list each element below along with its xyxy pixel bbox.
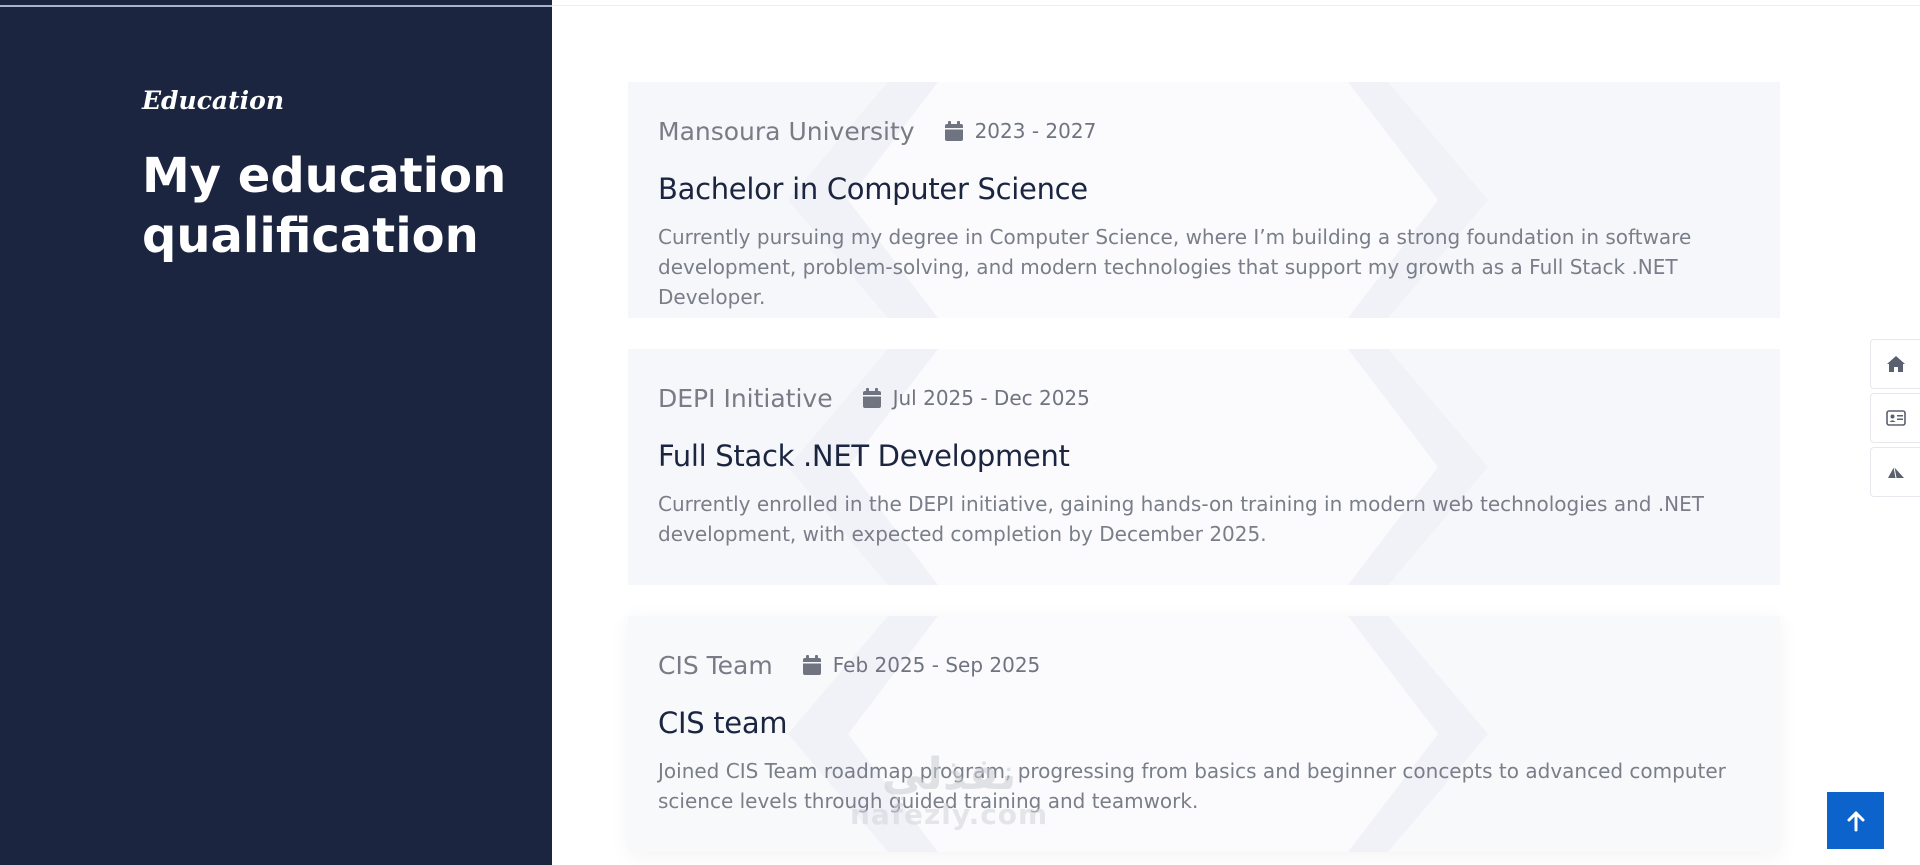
section-heading: My education qualification bbox=[142, 148, 507, 264]
education-card: CIS Team Feb 2025 - Sep 2025 CIS team Jo… bbox=[628, 616, 1780, 852]
degree-title: Bachelor in Computer Science bbox=[658, 172, 1088, 206]
side-nav bbox=[1870, 339, 1920, 501]
left-panel: Education My education qualification bbox=[0, 0, 552, 865]
degree-title: CIS team bbox=[658, 706, 788, 740]
home-icon bbox=[1886, 356, 1905, 372]
watermark-latin: nafezly.com bbox=[850, 798, 1049, 831]
institution-name: DEPI Initiative bbox=[658, 383, 833, 413]
description: Currently enrolled in the DEPI initiativ… bbox=[658, 492, 1704, 546]
paper-plane-icon bbox=[1887, 466, 1904, 479]
watermark: نفذلي nafezly.com bbox=[850, 749, 1049, 832]
divider-line bbox=[552, 5, 1920, 6]
divider-line bbox=[0, 5, 552, 7]
nav-about-button[interactable] bbox=[1870, 393, 1920, 443]
watermark-arabic: نفذلي bbox=[881, 749, 1017, 800]
calendar-icon bbox=[944, 121, 963, 141]
calendar-icon bbox=[802, 655, 821, 675]
calendar-icon bbox=[862, 388, 881, 408]
education-card: Mansoura University 2023 - 2027 Bachelor… bbox=[628, 82, 1780, 318]
date-range: Feb 2025 - Sep 2025 bbox=[832, 653, 1041, 677]
nav-home-button[interactable] bbox=[1870, 339, 1920, 389]
institution-name: CIS Team bbox=[658, 650, 773, 680]
id-card-icon bbox=[1885, 410, 1906, 426]
degree-title: Full Stack .NET Development bbox=[658, 439, 1070, 473]
date-range: 2023 - 2027 bbox=[974, 119, 1097, 143]
section-subtitle: Education bbox=[142, 86, 285, 115]
institution-name: Mansoura University bbox=[658, 116, 915, 146]
education-card: DEPI Initiative Jul 2025 - Dec 2025 Full… bbox=[628, 349, 1780, 585]
nav-contact-button[interactable] bbox=[1870, 447, 1920, 497]
back-to-top-button[interactable] bbox=[1827, 792, 1884, 849]
date-range: Jul 2025 - Dec 2025 bbox=[892, 386, 1090, 410]
arrow-up-icon bbox=[1847, 811, 1864, 831]
description: Joined CIS Team roadmap program, progres… bbox=[658, 759, 1726, 813]
description: Currently pursuing my degree in Computer… bbox=[658, 225, 1692, 309]
